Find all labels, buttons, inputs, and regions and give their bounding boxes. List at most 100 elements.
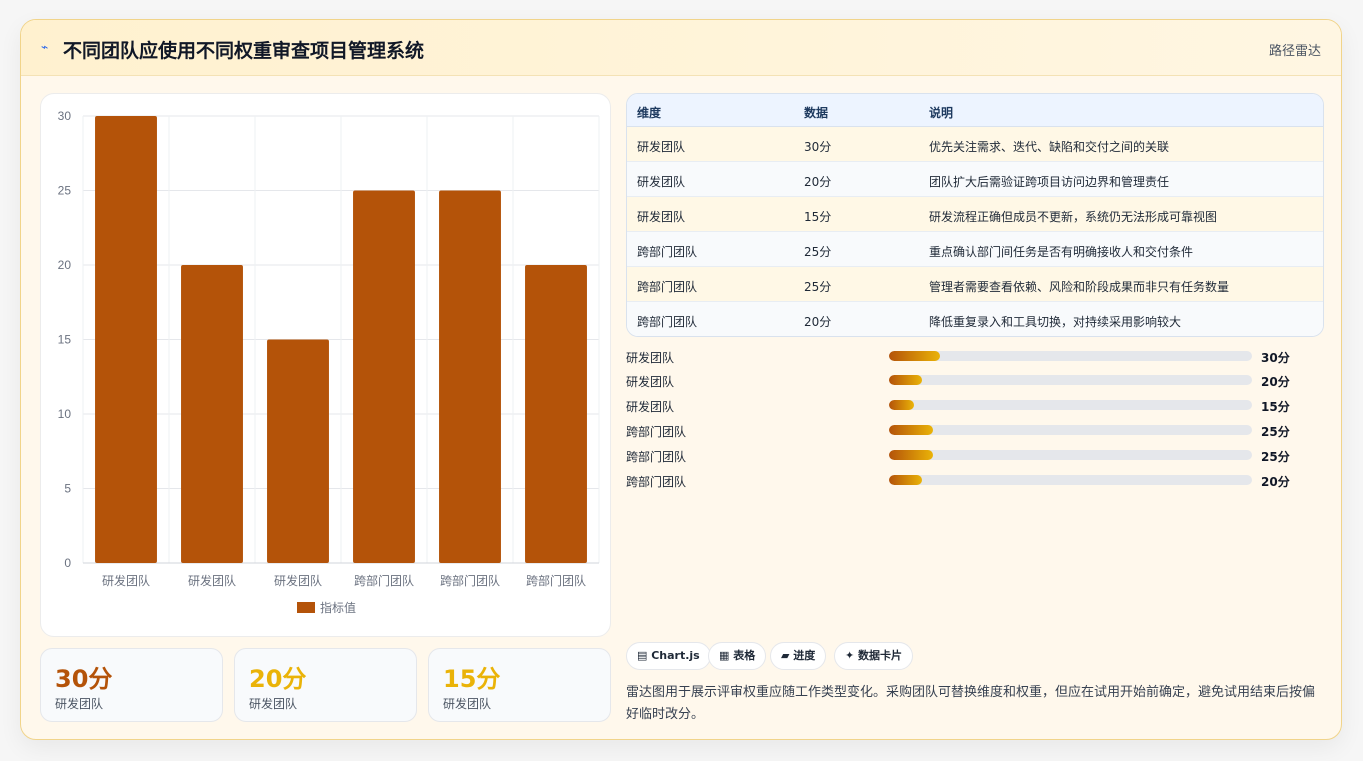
table-cell: 30分 (804, 140, 832, 154)
description-note: 雷达图用于展示评审权重应随工作类型变化。采购团队可替换维度和权重，但应在试用开始… (626, 685, 1316, 722)
table-cell: 20分 (804, 175, 832, 189)
table-cell: 25分 (804, 245, 832, 259)
progress-fill (889, 475, 922, 485)
progress-row: 研发团队 20分 (626, 370, 1326, 390)
stat-value: 20分 (249, 665, 307, 693)
chip-chartjs[interactable]: ▤ Chart.js (626, 642, 711, 670)
progress-row: 跨部门团队 25分 (626, 420, 1326, 440)
pulse-icon: ⌁ (41, 40, 49, 54)
progress-fill (889, 400, 915, 410)
progress-row: 研发团队 30分 (626, 346, 1326, 366)
legend-swatch (297, 602, 315, 613)
y-tick-label: 10 (58, 407, 72, 421)
table-row: 研发团队 20分 团队扩大后需验证跨项目访问边界和管理责任 (627, 162, 1323, 197)
x-tick-label: 研发团队 (188, 573, 236, 588)
table-cell: 重点确认部门间任务是否有明确接收人和交付条件 (929, 245, 1194, 259)
table-cell: 管理者需要查看依赖、风险和阶段成果而非只有任务数量 (929, 280, 1230, 294)
bar-chart-panel: 0 5 10 15 20 25 30 研发团队 研发团队 研发团队 跨部门团队 跨部门团队 跨部门团队指… (40, 93, 611, 637)
y-tick-label: 25 (58, 184, 72, 198)
table-cell: 团队扩大后需验证跨项目访问边界和管理责任 (929, 175, 1170, 189)
y-tick-label: 0 (64, 556, 71, 570)
progress-row: 研发团队 15分 (626, 395, 1326, 415)
table-cell: 研发流程正确但成员不更新，系统仍无法形成可靠视图 (929, 210, 1218, 224)
main-card: ⌁ 不同团队应使用不同权重审查项目管理系统 路径雷达 0 5 10 15 20 25 30 研… (20, 19, 1342, 740)
chip-data-card[interactable]: ✦ 数据卡片 (834, 642, 914, 670)
table-cell: 25分 (804, 280, 832, 294)
stat-label: 研发团队 (249, 697, 298, 711)
page-title: 不同团队应使用不同权重审查项目管理系统 (63, 40, 425, 62)
bar (267, 339, 329, 563)
x-tick-label: 研发团队 (274, 573, 322, 588)
progress-label: 研发团队 (626, 351, 675, 365)
bar (181, 265, 243, 563)
table-cell: 跨部门团队 (637, 280, 698, 294)
x-tick-label: 跨部门团队 (526, 573, 586, 588)
table-cell: 跨部门团队 (637, 315, 698, 329)
table-cell: 优先关注需求、迭代、缺陷和交付之间的关联 (929, 140, 1170, 154)
stat-card: 15分 研发团队 (428, 648, 611, 722)
stat-value: 30分 (55, 665, 113, 693)
progress-value: 25分 (1261, 450, 1290, 464)
progress-track (889, 475, 1252, 485)
table-header: 维度 数据 说明 (627, 94, 1323, 127)
table-cell: 跨部门团队 (637, 245, 698, 259)
bar-chart: 0 5 10 15 20 25 30 研发团队 研发团队 研发团队 跨部门团队 跨部门团队 跨部门团队指… (58, 109, 600, 615)
progress-row: 跨部门团队 25分 (626, 445, 1326, 465)
progress-value: 15分 (1261, 400, 1290, 414)
bar (95, 116, 157, 563)
bar (525, 265, 587, 563)
progress-label: 研发团队 (626, 375, 675, 389)
progress-fill (889, 351, 940, 361)
progress-label: 跨部门团队 (626, 425, 687, 439)
progress-fill (889, 375, 922, 385)
progress-track (889, 425, 1252, 435)
table-row: 研发团队 30分 优先关注需求、迭代、缺陷和交付之间的关联 (627, 127, 1323, 162)
table-row: 跨部门团队 25分 重点确认部门间任务是否有明确接收人和交付条件 (627, 232, 1323, 267)
bar (353, 190, 415, 563)
table-cell: 降低重复录入和工具切换，对持续采用影响较大 (929, 315, 1182, 329)
table-row: 跨部门团队 20分 降低重复录入和工具切换，对持续采用影响较大 (627, 302, 1323, 336)
stat-label: 研发团队 (55, 697, 104, 711)
progress-track (889, 351, 1252, 361)
y-tick-label: 30 (58, 109, 72, 123)
x-tick-label: 跨部门团队 (440, 573, 500, 588)
stat-label: 研发团队 (443, 697, 492, 711)
table-row: 跨部门团队 25分 管理者需要查看依赖、风险和阶段成果而非只有任务数量 (627, 267, 1323, 302)
legend-label: 指标值 (320, 600, 356, 615)
progress-value: 25分 (1261, 425, 1290, 439)
progress-label: 研发团队 (626, 400, 675, 414)
table-header-cell: 数据 (804, 106, 829, 120)
data-table: 维度 数据 说明 研发团队 30分 优先关注需求、迭代、缺陷和交付之间的关联 研… (626, 93, 1324, 337)
table-header-cell: 维度 (637, 106, 662, 120)
progress-label: 跨部门团队 (626, 475, 687, 489)
header-tag: 路径雷达 (1268, 44, 1321, 59)
progress-fill (889, 450, 933, 460)
chip-progress[interactable]: ▰ 进度 (770, 642, 827, 670)
progress-row: 跨部门团队 20分 (626, 470, 1326, 490)
chip-table[interactable]: ▦ 表格 (708, 642, 767, 670)
progress-track (889, 375, 1252, 385)
progress-label: 跨部门团队 (626, 450, 687, 464)
bar (439, 190, 501, 563)
stat-card: 20分 研发团队 (234, 648, 417, 722)
progress-fill (889, 425, 933, 435)
table-cell: 研发团队 (637, 210, 686, 224)
stat-value: 15分 (443, 665, 501, 693)
table-cell: 研发团队 (637, 175, 686, 189)
stat-card: 30分 研发团队 (40, 648, 223, 722)
progress-value: 20分 (1261, 475, 1290, 489)
x-tick-label: 研发团队 (102, 573, 150, 588)
progress-value: 20分 (1261, 375, 1290, 389)
progress-track (889, 400, 1252, 410)
table-cell: 研发团队 (637, 140, 686, 154)
progress-value: 30分 (1261, 351, 1290, 365)
y-tick-label: 20 (58, 258, 72, 272)
progress-track (889, 450, 1252, 460)
y-tick-label: 15 (58, 333, 72, 347)
y-tick-label: 5 (64, 482, 71, 496)
x-tick-label: 跨部门团队 (354, 573, 414, 588)
table-cell: 20分 (804, 315, 832, 329)
table-header-cell: 说明 (929, 106, 954, 120)
header: ⌁ 不同团队应使用不同权重审查项目管理系统 路径雷达 (21, 20, 1341, 76)
table-cell: 15分 (804, 210, 832, 224)
